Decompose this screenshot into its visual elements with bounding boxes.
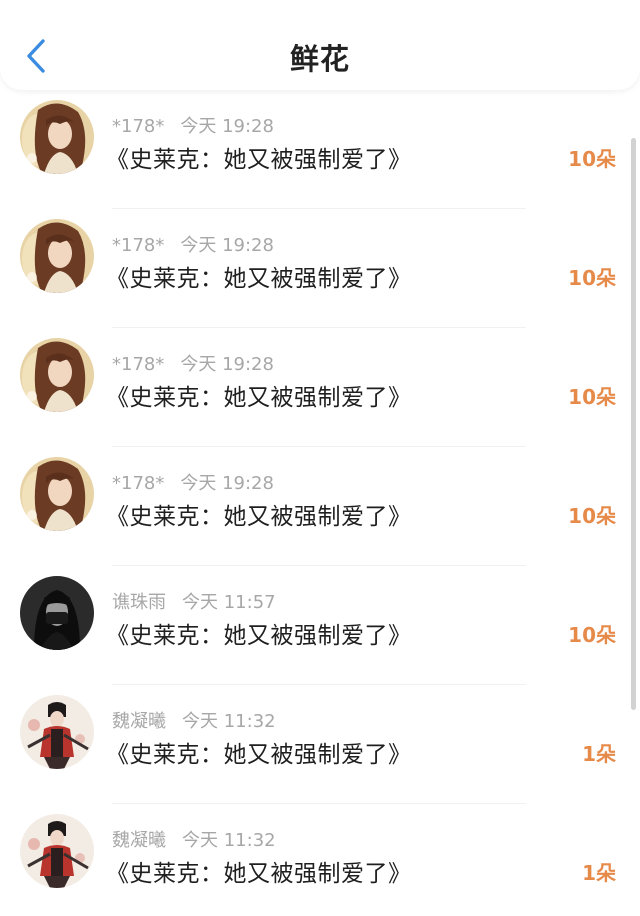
book-title: 《史莱克：她又被强制爱了》 [106, 742, 412, 768]
flower-count: 10朵 [568, 385, 616, 409]
sender-name: 谯珠雨 [112, 592, 166, 613]
flower-list: *178* 今天 19:28 《史莱克：她又被强制爱了》 10朵 *178* 今天 … [0, 90, 640, 916]
page-title: 鲜花 [289, 42, 350, 76]
flower-count: 10朵 [568, 623, 616, 647]
list-item[interactable]: *178* 今天 19:28 《史莱克：她又被强制爱了》 10朵 [0, 90, 640, 209]
timestamp: 今天 19:28 [180, 116, 274, 137]
avatar[interactable] [20, 100, 94, 174]
item-meta: *178* 今天 19:28 [112, 469, 274, 495]
timestamp: 今天 19:28 [180, 354, 274, 375]
list-item[interactable]: *178* 今天 19:28 《史莱克：她又被强制爱了》 10朵 [0, 328, 640, 447]
sender-name: 魏凝曦 [112, 711, 166, 732]
flower-count: 1朵 [582, 742, 616, 766]
list-item[interactable]: 魏凝曦 今天 11:32 《史莱克：她又被强制爱了》 1朵 [0, 804, 640, 916]
list-item[interactable]: *178* 今天 19:28 《史莱克：她又被强制爱了》 10朵 [0, 209, 640, 328]
avatar[interactable] [20, 814, 94, 888]
avatar[interactable] [20, 457, 94, 531]
sender-name: *178* [112, 473, 165, 494]
list-item[interactable]: 谯珠雨 今天 11:57 《史莱克：她又被强制爱了》 10朵 [0, 566, 640, 685]
item-meta: 魏凝曦 今天 11:32 [112, 826, 276, 852]
timestamp: 今天 11:32 [182, 830, 276, 851]
timestamp: 今天 19:28 [180, 235, 274, 256]
avatar[interactable] [20, 338, 94, 412]
sender-name: 魏凝曦 [112, 830, 166, 851]
avatar[interactable] [20, 576, 94, 650]
book-title: 《史莱克：她又被强制爱了》 [106, 623, 412, 649]
flower-count: 1朵 [582, 861, 616, 885]
item-meta: *178* 今天 19:28 [112, 350, 274, 376]
item-meta: 谯珠雨 今天 11:57 [112, 588, 276, 614]
list-item[interactable]: 魏凝曦 今天 11:32 《史莱克：她又被强制爱了》 1朵 [0, 685, 640, 804]
flower-count: 10朵 [568, 147, 616, 171]
book-title: 《史莱克：她又被强制爱了》 [106, 147, 412, 173]
item-meta: *178* 今天 19:28 [112, 231, 274, 257]
timestamp: 今天 19:28 [180, 473, 274, 494]
book-title: 《史莱克：她又被强制爱了》 [106, 861, 412, 887]
avatar[interactable] [20, 219, 94, 293]
item-meta: *178* 今天 19:28 [112, 112, 274, 138]
item-meta: 魏凝曦 今天 11:32 [112, 707, 276, 733]
sender-name: *178* [112, 235, 165, 256]
timestamp: 今天 11:32 [182, 711, 276, 732]
avatar[interactable] [20, 695, 94, 769]
book-title: 《史莱克：她又被强制爱了》 [106, 385, 412, 411]
sender-name: *178* [112, 354, 165, 375]
flower-count: 10朵 [568, 504, 616, 528]
nav-header: 鲜花 [0, 0, 640, 90]
list-item[interactable]: *178* 今天 19:28 《史莱克：她又被强制爱了》 10朵 [0, 447, 640, 566]
book-title: 《史莱克：她又被强制爱了》 [106, 504, 412, 530]
sender-name: *178* [112, 116, 165, 137]
timestamp: 今天 11:57 [182, 592, 276, 613]
flower-count: 10朵 [568, 266, 616, 290]
book-title: 《史莱克：她又被强制爱了》 [106, 266, 412, 292]
flowers-page: 鲜花 *178* 今天 19:28 《史莱克：她又被强制爱了》 10朵 *178… [0, 0, 640, 916]
scrollbar[interactable] [631, 138, 636, 710]
